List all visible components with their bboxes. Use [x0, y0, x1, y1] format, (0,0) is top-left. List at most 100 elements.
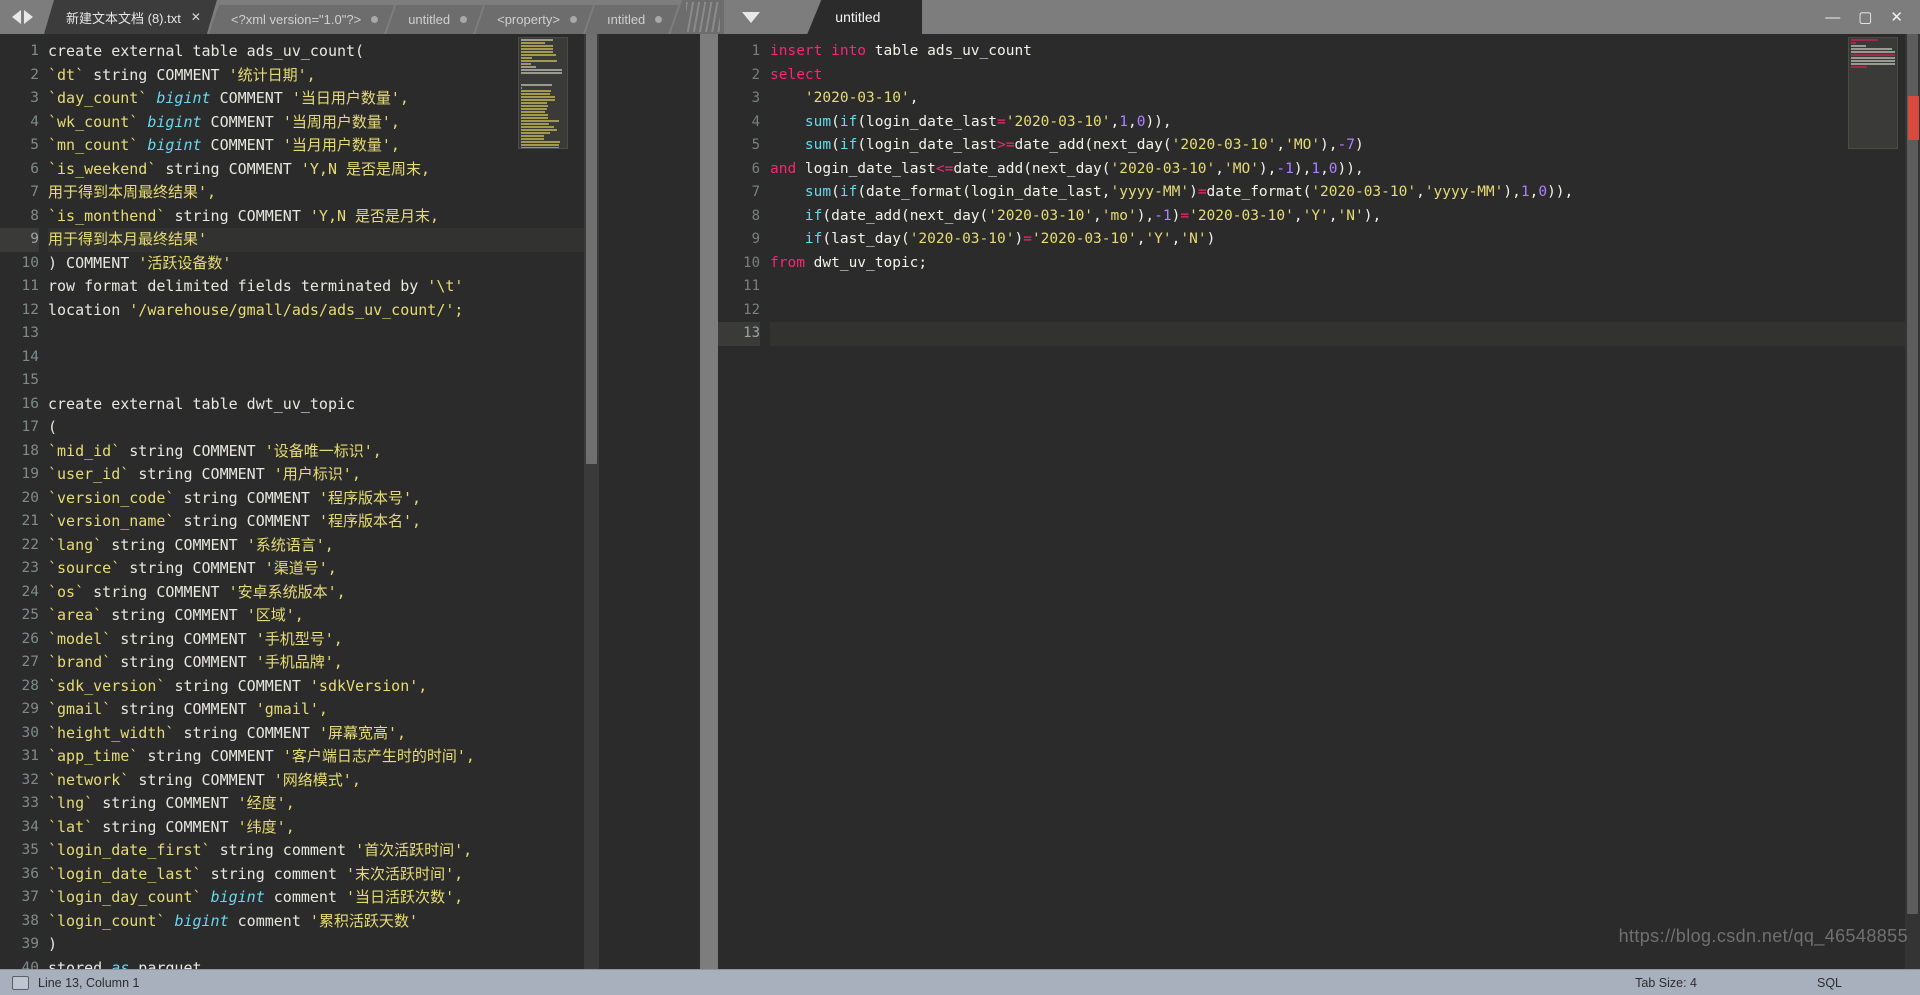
left-minimap[interactable] — [518, 37, 568, 149]
right-vertical-scrollbar[interactable] — [1905, 34, 1920, 969]
cursor-position: Line 13, Column 1 — [38, 975, 140, 990]
code-token: `day_count` — [48, 89, 157, 107]
line-number: 37 — [21, 889, 39, 905]
right-scrollbar-thumb[interactable] — [1907, 34, 1918, 914]
line-number: 1 — [30, 43, 39, 59]
line-number: 5 — [30, 137, 39, 153]
code-line[interactable]: sum(if(login_date_last>=date_add(next_da… — [770, 134, 1920, 158]
code-line[interactable]: '2020-03-10', — [770, 87, 1920, 111]
tab-item[interactable]: 新建文本文档 (8).txt ✕ — [44, 0, 217, 34]
line-number: 9 — [751, 231, 760, 247]
code-line[interactable] — [770, 275, 1920, 299]
code-token: '2020-03-10' — [1005, 113, 1111, 130]
code-token: COMMENT — [210, 89, 292, 107]
code-token: dwt_uv_topic; — [804, 254, 928, 271]
code-token: ) — [48, 935, 58, 953]
tab-modified-dot-icon[interactable] — [460, 16, 467, 23]
tab-untitled-active[interactable]: untitled — [807, 0, 923, 34]
code-token: string COMMENT — [147, 747, 283, 765]
chevron-down-icon[interactable] — [742, 11, 761, 23]
left-pane-margin — [598, 34, 700, 969]
code-token: row format delimited fields terminated b… — [48, 277, 428, 295]
minimize-button[interactable]: — — [1816, 9, 1849, 26]
tab-bar-filler — [922, 0, 1817, 34]
code-token: ), — [1320, 137, 1338, 153]
code-line[interactable]: select — [770, 64, 1920, 88]
code-token: ) — [1189, 184, 1198, 200]
line-number: 8 — [30, 207, 39, 224]
tab-label: 新建文本文档 (8).txt — [66, 10, 181, 26]
right-line-number-gutter: 1 2 3 4 5 6 7 8 9 10 11 12 13 — [718, 34, 770, 969]
tab-modified-dot-icon[interactable] — [371, 16, 378, 23]
code-line[interactable]: from dwt_uv_topic; — [770, 252, 1920, 276]
line-number: 8 — [751, 207, 760, 224]
code-line[interactable] — [770, 322, 1920, 346]
line-number: 3 — [751, 90, 760, 106]
code-token: 'N' — [1180, 231, 1207, 247]
tab-size-indicator[interactable]: Tab Size: 4 — [1635, 976, 1697, 990]
code-token: select — [770, 66, 823, 83]
line-number: 31 — [21, 748, 39, 764]
right-code-area[interactable]: insert into table ads_uv_countselect '20… — [770, 34, 1920, 969]
tab-label: <?xml version="1.0"?> — [230, 12, 362, 27]
right-minimap[interactable] — [1848, 37, 1898, 149]
language-indicator[interactable]: SQL — [1817, 976, 1842, 990]
code-token: 'Y' — [1145, 231, 1172, 247]
nav-left-arrow-icon[interactable] — [11, 10, 21, 24]
code-token: '首次活跃时间', — [355, 841, 473, 859]
left-vertical-scrollbar[interactable] — [584, 34, 599, 969]
tab-item[interactable]: untitled — [386, 5, 483, 34]
left-scrollbar-thumb[interactable] — [586, 34, 597, 464]
tab-item[interactable]: ıntitled — [585, 5, 678, 34]
code-token: (login_date_last — [857, 137, 998, 153]
tab-close-icon[interactable]: ✕ — [191, 10, 201, 24]
code-line[interactable] — [770, 299, 1920, 323]
code-token: '经度', — [237, 794, 295, 812]
tab-modified-dot-icon[interactable] — [655, 16, 662, 23]
code-token: '2020-03-10' — [1110, 160, 1216, 177]
close-button[interactable]: ✕ — [1881, 8, 1912, 26]
code-token: )), — [1337, 160, 1364, 177]
code-line[interactable]: insert into table ads_uv_count — [770, 40, 1920, 64]
code-token: '程序版本号', — [318, 488, 422, 507]
code-token: ( — [831, 184, 840, 200]
code-token: , — [1328, 207, 1338, 224]
tab-item[interactable]: <property> — [475, 5, 593, 34]
line-number: 3 — [30, 90, 39, 106]
code-line[interactable]: sum(if(date_format(login_date_last,'yyyy… — [770, 181, 1920, 205]
tab-nav-arrows[interactable] — [0, 0, 44, 34]
code-token: if — [804, 231, 823, 247]
code-token: string COMMENT — [102, 817, 238, 836]
line-number: 34 — [21, 818, 39, 835]
line-number: 5 — [751, 137, 760, 153]
code-token: string COMMENT — [120, 653, 256, 671]
code-token: '2020-03-10' — [909, 231, 1015, 247]
code-token: comment — [228, 911, 310, 930]
code-line[interactable]: sum(if(login_date_last='2020-03-10',1,0)… — [770, 111, 1920, 135]
code-token: `mn_count` — [48, 136, 148, 154]
code-token: string COMMENT — [183, 723, 319, 742]
line-number: 27 — [21, 654, 39, 670]
code-token: '/warehouse/gmall/ads/ads_uv_count/'; — [129, 300, 464, 319]
left-line-number-gutter: 1 2 3 4 5 6 7 8 9 10 11 12 13 14 15 16 17 18 19 20 21 22 23 24 2… — [0, 34, 48, 969]
code-token: ) — [1014, 231, 1024, 247]
nav-right-arrow-icon[interactable] — [23, 10, 33, 24]
maximize-button[interactable]: ▢ — [1849, 8, 1881, 26]
code-token: `brand` — [48, 653, 121, 671]
code-line[interactable]: if(date_add(next_day('2020-03-10','mo'),… — [770, 205, 1920, 229]
pane-divider[interactable] — [700, 34, 718, 969]
tab-item[interactable]: <?xml version="1.0"?> — [209, 5, 394, 34]
code-token: '系统语言', — [246, 535, 334, 554]
tab-modified-dot-icon[interactable] — [570, 16, 577, 23]
code-line[interactable]: if(last_day('2020-03-10')='2020-03-10','… — [770, 228, 1920, 252]
split-grip-icon[interactable] — [686, 2, 721, 32]
line-number: 33 — [21, 795, 39, 811]
code-token: `area` — [48, 606, 112, 624]
line-number: 28 — [21, 677, 39, 694]
code-token: '当日活跃次数', — [346, 888, 464, 906]
tab-split-handle[interactable] — [670, 0, 725, 34]
code-token: '\t' — [427, 277, 464, 295]
line-number: 29 — [21, 701, 39, 717]
code-line[interactable]: and login_date_last<=date_add(next_day('… — [770, 158, 1920, 182]
code-token: string COMMENT — [138, 465, 274, 483]
